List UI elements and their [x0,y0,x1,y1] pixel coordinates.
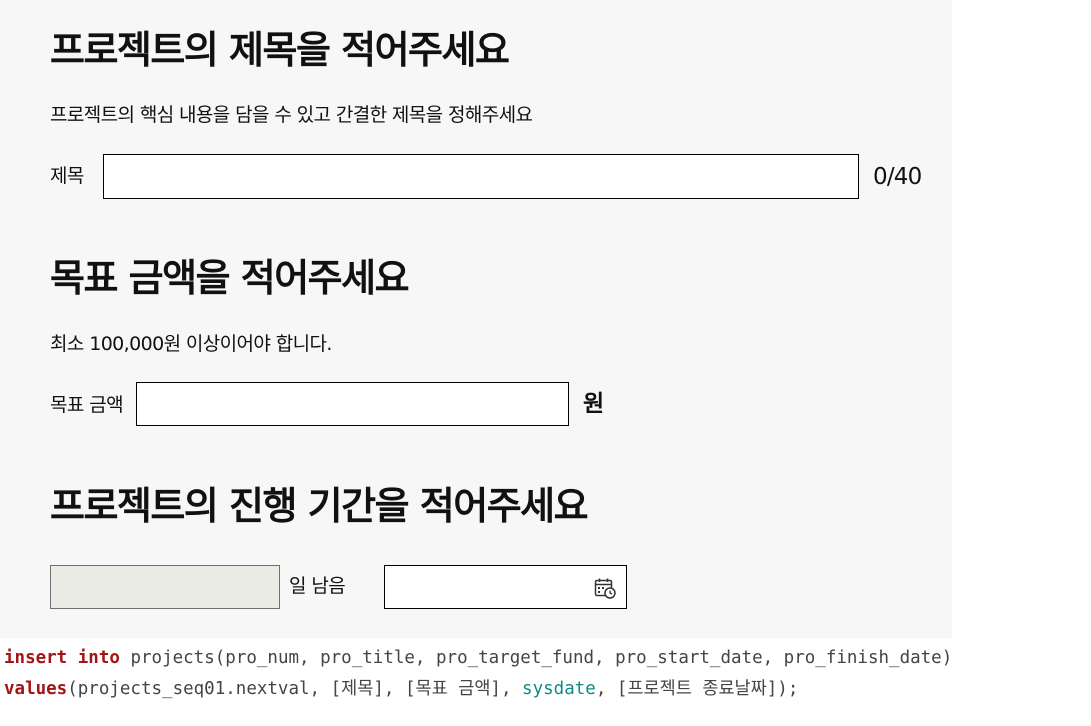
sql-keyword-values: values [4,679,68,699]
sql-values-part1: (projects_seq01.nextval, [제목], [목표 금액], [67,679,523,699]
sql-insert-line: insert into projects(pro_num, pro_title,… [4,646,952,670]
days-remaining-label: 일 남음 [289,575,346,597]
goal-section-description: 최소 100,000원 이상이어야 합니다. [50,333,332,355]
sql-keyword-insert: insert [4,648,68,668]
project-form-panel: 프로젝트의 제목을 적어주세요 프로젝트의 핵심 내용을 담을 수 있고 간결한… [0,0,952,638]
title-section-heading: 프로젝트의 제목을 적어주세요 [50,28,510,72]
sql-keyword-into: into [77,648,120,668]
goal-amount-input[interactable] [136,382,569,426]
goal-section-heading: 목표 금액을 적어주세요 [50,256,410,300]
title-char-counter: 0/40 [873,164,922,190]
title-field-label: 제목 [50,165,84,187]
sql-values-part2: , [프로젝트 종료날짜]); [595,679,799,699]
goal-field-label: 목표 금액 [50,394,124,416]
currency-unit-label: 원 [583,391,604,417]
calendar-icon[interactable] [594,577,616,599]
sql-insert-columns: projects(pro_num, pro_title, pro_target_… [119,648,953,668]
title-section-description: 프로젝트의 핵심 내용을 담을 수 있고 간결한 제목을 정해주세요 [50,104,533,126]
title-input[interactable] [103,154,859,199]
days-remaining-field [50,565,280,609]
sql-function-sysdate: sysdate [522,679,596,699]
sql-values-line: values(projects_seq01.nextval, [제목], [목표… [4,677,798,701]
period-section-heading: 프로젝트의 진행 기간을 적어주세요 [50,484,589,528]
end-date-input[interactable] [384,565,627,609]
